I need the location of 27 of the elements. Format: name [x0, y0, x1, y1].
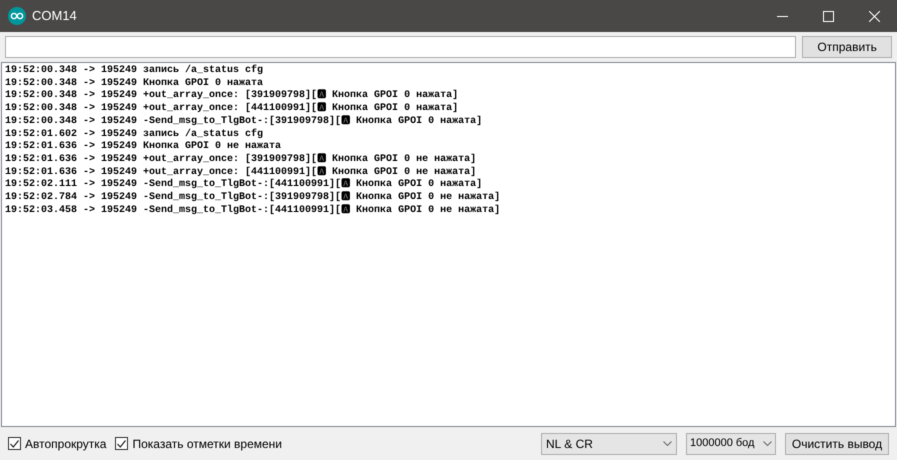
clear-output-button[interactable]: Очистить вывод	[785, 432, 889, 454]
baud-rate-dropdown[interactable]: 1000000 бод	[686, 432, 776, 454]
log-line: 19:52:02.111 -> 195249 -Send_msg_to_TlgBot-:[441100991][🅰 Кнопка GPOI 0 нажата]	[5, 179, 484, 191]
checkbox-label: Автопрокрутка	[25, 436, 106, 452]
log-line: 19:52:00.348 -> 195249 -Send_msg_to_TlgBot-:[391909798][🅰 Кнопка GPOI 0 нажата]	[5, 116, 484, 128]
log-line: 19:52:00.348 -> 195249 +out_array_once: [441100991][🅰 Кнопка GPOI 0 нажата]	[5, 103, 460, 115]
log-line: 19:52:00.348 -> 195249 запись /a_status cfg	[5, 65, 264, 78]
checkbox-label: Показать отметки времени	[132, 436, 282, 452]
window-title: COM14	[32, 7, 77, 26]
app-logo-icon	[8, 7, 26, 25]
log-line: 19:52:03.458 -> 195249 -Send_msg_to_TlgBot-:[441100991][🅰 Кнопка GPOI 0 не нажата]	[5, 204, 502, 218]
line-ending-dropdown[interactable]: NL & CR	[541, 432, 677, 454]
log-line: 19:52:00.348 -> 195249 Кнопка GPOI 0 нажата	[5, 78, 264, 89]
log-line: 19:52:01.636 -> 195249 Кнопка GPOI 0 не нажата	[5, 141, 282, 153]
log-line: 19:52:00.348 -> 195249 +out_array_once: [391909798][🅰 Кнопка GPOI 0 нажата]	[5, 90, 460, 102]
close-icon	[868, 10, 880, 22]
log-line: 19:52:01.636 -> 195249 +out_array_once: [391909798][🅰 Кнопка GPOI 0 не нажата]	[5, 154, 478, 166]
send-button[interactable]: Отправить	[802, 36, 892, 58]
log-line: 19:52:01.636 -> 195249 +out_array_once: [441100991][🅰 Кнопка GPOI 0 не нажата]	[5, 166, 478, 178]
checkbox[interactable]	[8, 437, 21, 450]
chevron-down-icon	[763, 441, 772, 446]
chevron-down-icon	[663, 441, 672, 446]
log-line: 19:52:01.602 -> 195249 запись /a_status cfg	[5, 128, 264, 141]
maximize-icon	[822, 10, 834, 22]
checkbox[interactable]	[115, 437, 128, 450]
log-line: 19:52:02.784 -> 195249 -Send_msg_to_TlgBot-:[391909798][🅰 Кнопка GPOI 0 не нажата]	[5, 192, 502, 204]
message-input[interactable]	[5, 36, 796, 58]
